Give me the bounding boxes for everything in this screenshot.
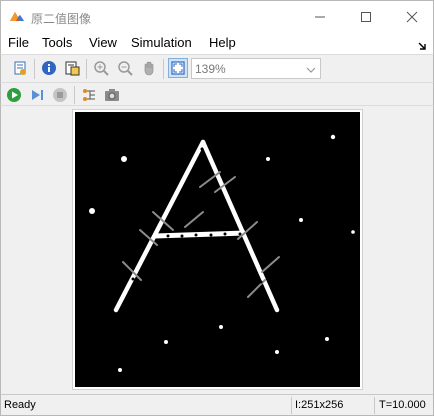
menu-file[interactable]: File — [8, 35, 29, 50]
step-forward-button[interactable] — [27, 85, 47, 105]
fit-to-window-button[interactable] — [168, 58, 188, 78]
maximize-button[interactable] — [343, 1, 389, 33]
menu-view[interactable]: View — [89, 35, 117, 50]
zoom-in-icon — [94, 61, 109, 76]
stop-icon — [53, 88, 67, 102]
snapshot-button[interactable] — [102, 85, 122, 105]
info-icon — [42, 61, 56, 75]
zoom-level-value: 139% — [195, 62, 226, 76]
zoom-out-icon — [118, 61, 133, 76]
stop-button[interactable] — [50, 85, 70, 105]
menu-bar: File Tools View Simulation Help — [0, 32, 434, 54]
zoom-level-select[interactable]: 139% — [191, 58, 321, 79]
close-button[interactable] — [389, 1, 434, 33]
menu-tools[interactable]: Tools — [42, 35, 72, 50]
maximize-icon — [361, 12, 371, 22]
signal-select-icon — [83, 89, 95, 101]
fit-to-window-icon — [171, 61, 185, 75]
title-bar: 原二值图像 — [0, 0, 434, 32]
signal-select-button[interactable] — [79, 85, 99, 105]
binary-image-letter-a — [75, 112, 360, 387]
toolbar-main: 139% — [0, 54, 434, 82]
snapshot-icon — [105, 89, 119, 101]
run-icon — [7, 88, 21, 102]
image-frame — [72, 109, 363, 390]
zoom-in-button[interactable] — [91, 58, 111, 78]
zoom-out-button[interactable] — [115, 58, 135, 78]
parameters-button[interactable] — [10, 58, 30, 78]
pan-icon — [144, 61, 154, 76]
step-forward-icon — [32, 90, 43, 100]
minimize-button[interactable] — [297, 1, 343, 33]
window-title: 原二值图像 — [31, 12, 92, 26]
status-separator — [291, 397, 292, 414]
status-separator — [374, 397, 375, 414]
app-icon[interactable] — [9, 9, 25, 25]
status-bar: Ready I:251x256 T=10.000 — [0, 394, 434, 416]
menu-help[interactable]: Help — [209, 35, 236, 50]
status-state: Ready — [4, 399, 36, 411]
status-pixel-info: I:251x256 — [295, 399, 344, 411]
chevron-down-icon — [306, 63, 316, 75]
image-canvas-area — [0, 106, 434, 394]
toolbar-simulation — [0, 82, 434, 106]
info-button[interactable] — [39, 58, 59, 78]
export-icon — [65, 61, 80, 76]
minimize-icon — [315, 16, 325, 18]
binary-image[interactable] — [75, 112, 360, 387]
dock-arrow-icon[interactable] — [417, 38, 427, 50]
parameters-icon — [14, 61, 26, 75]
status-time: T=10.000 — [379, 399, 426, 411]
export-button[interactable] — [62, 58, 82, 78]
close-icon — [406, 11, 418, 23]
menu-simulation[interactable]: Simulation — [131, 35, 192, 50]
run-button[interactable] — [4, 85, 24, 105]
pan-button[interactable] — [139, 58, 159, 78]
